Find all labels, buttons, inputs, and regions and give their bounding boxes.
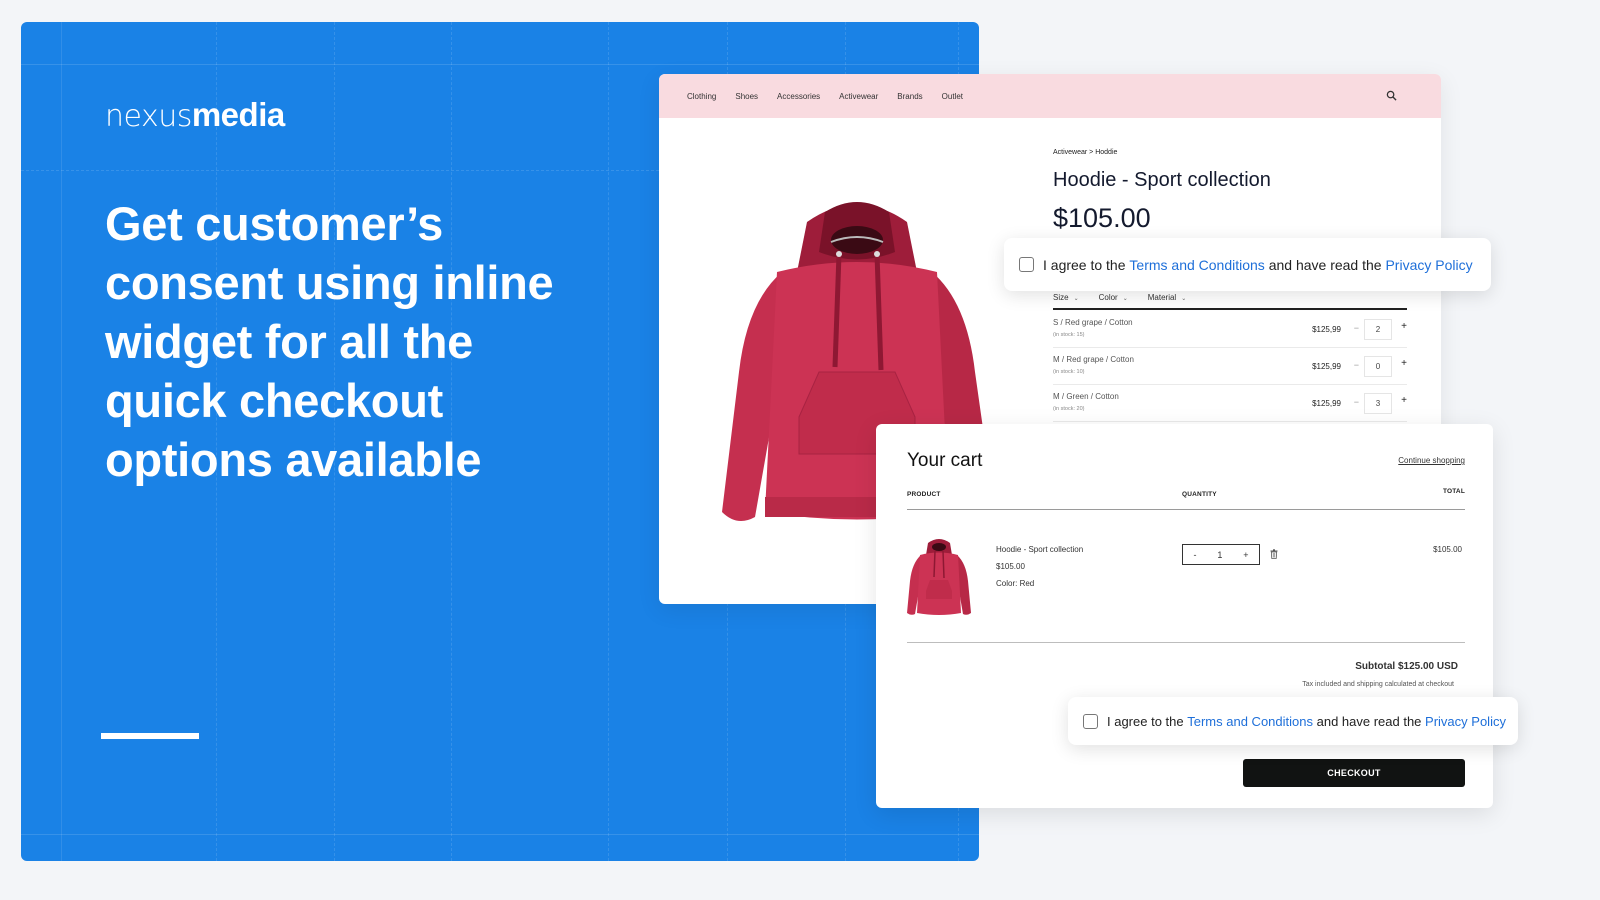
search-icon[interactable]	[1386, 90, 1397, 101]
product-price: $105.00	[1053, 203, 1151, 233]
divider	[907, 509, 1465, 510]
grid-line	[61, 22, 62, 861]
variant-row: M / Green / Cotton (in stock: 20) $125,9…	[1053, 385, 1407, 422]
hero-headline: Get customer’s consent using inline widg…	[105, 197, 554, 486]
decrease-qty-button[interactable]: −	[1354, 323, 1359, 333]
increase-qty-button[interactable]: +	[1401, 358, 1407, 369]
nav-item-activewear[interactable]: Activewear	[839, 92, 878, 101]
consent-prefix: I agree to the	[1107, 713, 1184, 729]
filter-material-label: Material	[1147, 293, 1177, 302]
cart-item-name: Hoodie - Sport collection	[996, 545, 1084, 554]
variant-stock: (in stock: 20)	[1053, 406, 1085, 412]
logo-light-text: nexus	[105, 99, 192, 134]
grid-line	[21, 64, 979, 65]
grid-line	[608, 22, 609, 861]
column-header-product: PRODUCT	[907, 491, 941, 498]
quantity-value[interactable]: 1	[1217, 550, 1222, 560]
cart-subtotal: Subtotal $125.00 USD	[1355, 661, 1458, 672]
consent-middle: and have read the	[1316, 713, 1422, 729]
filter-color-label: Color	[1098, 293, 1118, 302]
variant-filters: Size ⌄ Color ⌄ Material ⌄	[1053, 293, 1407, 310]
variant-row: S / Red grape / Cotton (in stock: 15) $1…	[1053, 311, 1407, 348]
filter-color[interactable]: Color ⌄	[1099, 293, 1128, 302]
nav-item-accessories[interactable]: Accessories	[777, 92, 820, 101]
accent-bar	[101, 733, 199, 739]
variant-price: $125,99	[1312, 325, 1341, 334]
privacy-link[interactable]: Privacy Policy	[1425, 714, 1506, 729]
consent-checkbox[interactable]	[1019, 257, 1034, 272]
terms-link[interactable]: Terms and Conditions	[1129, 257, 1264, 273]
cart-title: Your cart	[907, 450, 983, 471]
checkout-button[interactable]: CHECKOUT	[1243, 759, 1465, 787]
privacy-link[interactable]: Privacy Policy	[1385, 257, 1472, 273]
store-nav: Clothing Shoes Accessories Activewear Br…	[659, 74, 1441, 118]
consent-widget-product: I agree to the Terms and Conditions and …	[1004, 238, 1491, 291]
trash-icon[interactable]	[1270, 549, 1278, 559]
variant-stock: (in stock: 10)	[1053, 369, 1085, 375]
increase-qty-button[interactable]: +	[1243, 550, 1248, 560]
increase-qty-button[interactable]: +	[1401, 321, 1407, 332]
consent-prefix: I agree to the	[1043, 256, 1126, 273]
decrease-qty-button[interactable]: −	[1354, 397, 1359, 407]
decrease-qty-button[interactable]: −	[1354, 360, 1359, 370]
variant-name: M / Red grape / Cotton	[1053, 355, 1134, 364]
continue-shopping-link[interactable]: Continue shopping	[1398, 456, 1465, 465]
nav-item-clothing[interactable]: Clothing	[687, 92, 716, 101]
terms-link[interactable]: Terms and Conditions	[1187, 714, 1313, 729]
variant-price: $125,99	[1312, 362, 1341, 371]
nav-item-brands[interactable]: Brands	[897, 92, 922, 101]
divider	[907, 642, 1465, 643]
column-header-total: TOTAL	[1442, 488, 1465, 495]
variant-qty-input[interactable]: 0	[1364, 356, 1392, 377]
decrease-qty-button[interactable]: -	[1193, 550, 1196, 560]
brand-logo: nexusmedia	[105, 96, 285, 134]
consent-middle: and have read the	[1268, 256, 1382, 273]
chevron-down-icon: ⌄	[1073, 296, 1079, 302]
variant-stock: (in stock: 15)	[1053, 332, 1085, 338]
column-header-quantity: QUANTITY	[1182, 491, 1217, 498]
cart-item-total: $105.00	[1433, 545, 1462, 554]
chevron-down-icon: ⌄	[1181, 296, 1187, 302]
increase-qty-button[interactable]: +	[1401, 395, 1407, 406]
filter-material[interactable]: Material ⌄	[1148, 293, 1186, 302]
variant-row: M / Red grape / Cotton (in stock: 10) $1…	[1053, 348, 1407, 385]
cart-item-thumbnail	[907, 539, 971, 615]
product-title: Hoodie - Sport collection	[1053, 169, 1271, 191]
filter-size[interactable]: Size ⌄	[1053, 293, 1079, 302]
cart-item-price: $105.00	[996, 562, 1025, 571]
tax-note: Tax included and shipping calculated at …	[1302, 681, 1454, 688]
filter-size-label: Size	[1053, 293, 1069, 302]
cart-item-color: Color: Red	[996, 579, 1035, 588]
consent-checkbox[interactable]	[1083, 713, 1098, 729]
variant-price: $125,99	[1312, 399, 1341, 408]
variant-qty-input[interactable]: 2	[1364, 319, 1392, 340]
nav-item-shoes[interactable]: Shoes	[735, 92, 758, 101]
consent-widget-cart: I agree to the Terms and Conditions and …	[1068, 697, 1518, 745]
grid-line	[21, 834, 979, 835]
variant-name: M / Green / Cotton	[1053, 392, 1119, 401]
logo-bold-text: media	[191, 96, 285, 133]
variant-name: S / Red grape / Cotton	[1053, 318, 1133, 327]
variant-qty-input[interactable]: 3	[1364, 393, 1392, 414]
chevron-down-icon: ⌄	[1122, 296, 1128, 302]
nav-item-outlet[interactable]: Outlet	[942, 92, 963, 101]
variant-list: S / Red grape / Cotton (in stock: 15) $1…	[1053, 311, 1407, 422]
cart-preview: Your cart Continue shopping PRODUCT QUAN…	[876, 424, 1493, 808]
breadcrumb: Activewear > Hoddie	[1053, 149, 1118, 156]
quantity-stepper: - 1 +	[1182, 544, 1260, 565]
